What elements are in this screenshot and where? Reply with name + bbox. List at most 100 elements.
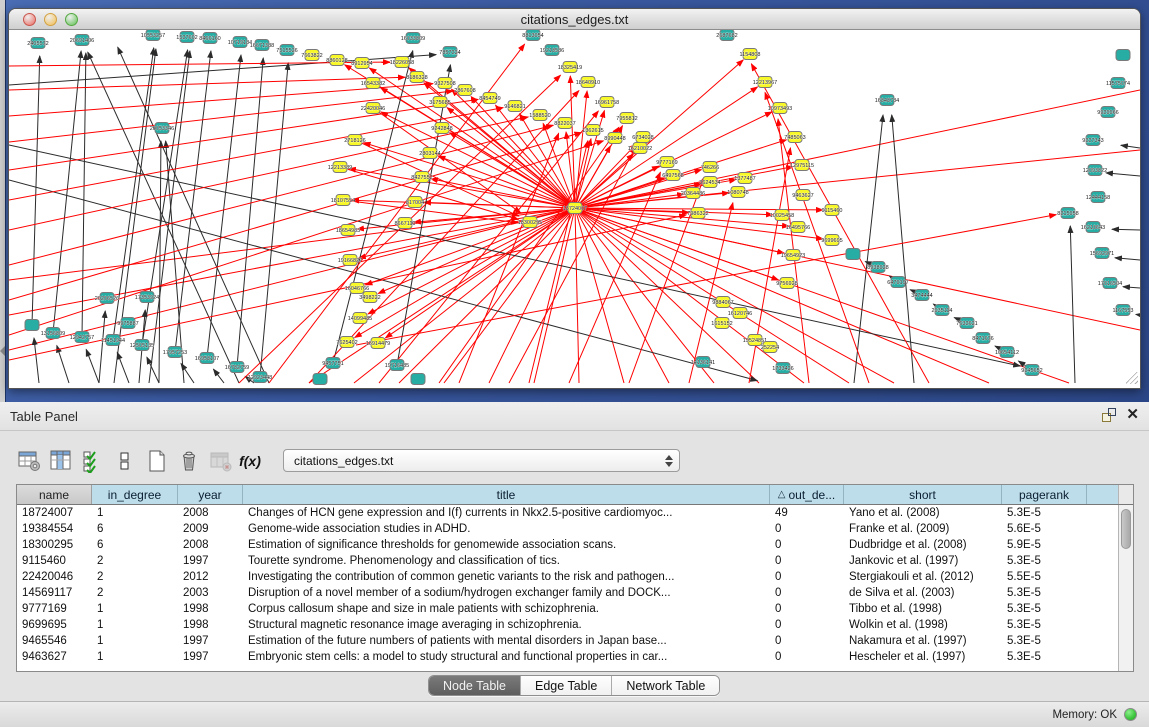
graph-node[interactable]: 11575074 xyxy=(1106,78,1130,89)
graph-node[interactable]: 6497568 xyxy=(662,170,683,181)
graph-node[interactable]: 16210643 xyxy=(1081,222,1105,233)
table-cell[interactable]: 9463627 xyxy=(17,649,92,665)
graph-edge[interactable] xyxy=(489,208,575,383)
graph-node[interactable]: 10025458 xyxy=(770,210,794,221)
graph-edge[interactable] xyxy=(149,51,190,383)
table-cell[interactable]: Dudbridge et al. (2008) xyxy=(844,537,1002,553)
table-cell[interactable]: 0 xyxy=(770,601,844,617)
graph-node[interactable]: 16495766 xyxy=(786,222,810,233)
graph-node[interactable]: 8990448 xyxy=(604,133,625,144)
graph-node[interactable]: 18107554 xyxy=(331,195,355,206)
table-row[interactable]: 911546021997Tourette syndrome. Phenomeno… xyxy=(17,553,1118,569)
graph-node[interactable]: 9242848 xyxy=(431,123,452,134)
graph-node[interactable]: 252254 xyxy=(761,342,779,353)
table-cell[interactable]: Franke et al. (2009) xyxy=(844,521,1002,537)
table-cell[interactable]: 5.3E-5 xyxy=(1002,505,1087,521)
table-cell[interactable]: 0 xyxy=(770,537,844,553)
graph-node[interactable]: 9929966 xyxy=(1097,107,1118,118)
graph-edge[interactable] xyxy=(9,77,405,90)
graph-node[interactable]: 9463627 xyxy=(792,190,813,201)
graph-edge[interactable] xyxy=(1070,226,1075,383)
graph-node[interactable]: 16848784 xyxy=(875,95,899,106)
table-cell[interactable]: 18724007 xyxy=(17,505,92,521)
table-cell[interactable]: 5.5E-5 xyxy=(1002,569,1087,585)
table-cell[interactable]: 0 xyxy=(770,585,844,601)
graph-edge[interactable] xyxy=(117,352,129,383)
graph-edge[interactable] xyxy=(82,53,86,337)
graph-node[interactable] xyxy=(25,320,39,331)
graph-edge[interactable] xyxy=(57,346,69,383)
graph-node[interactable]: 12213389 xyxy=(328,162,352,173)
graph-node[interactable]: 9115460 xyxy=(821,205,842,216)
table-row[interactable]: 1938455462009Genome-wide association stu… xyxy=(17,521,1118,537)
graph-node[interactable]: 7955812 xyxy=(616,113,637,124)
close-button[interactable] xyxy=(23,13,36,26)
table-cell[interactable]: 9115460 xyxy=(17,553,92,569)
graph-node[interactable]: 17016504 xyxy=(1098,278,1122,289)
graph-edge[interactable] xyxy=(364,143,575,208)
table-cell[interactable]: 5.3E-5 xyxy=(1002,649,1087,665)
table-cell[interactable]: de Silva et al. (2003) xyxy=(844,585,1002,601)
graph-edge[interactable] xyxy=(365,208,575,285)
graph-node[interactable]: 9457751 xyxy=(322,358,343,369)
graph-edge[interactable] xyxy=(9,133,581,300)
graph-node[interactable]: 8860128 xyxy=(326,55,347,66)
graph-node[interactable]: 1615152 xyxy=(711,318,732,329)
graph-edge[interactable] xyxy=(99,311,105,383)
graph-node[interactable]: 9227343 xyxy=(1082,135,1103,146)
table-cell[interactable]: 5.3E-5 xyxy=(1002,601,1087,617)
graph-node[interactable]: 8466160 xyxy=(199,33,220,44)
table-row[interactable]: 946362711997Embryonic stem cells: a mode… xyxy=(17,649,1118,665)
graph-node[interactable]: 2803144 xyxy=(419,148,440,159)
graph-node[interactable]: 8813054 xyxy=(522,30,543,41)
graph-node[interactable]: 12505135 xyxy=(130,340,154,351)
graph-node[interactable]: 8667110 xyxy=(394,218,415,229)
graph-edge[interactable] xyxy=(575,208,849,383)
table-scrollbar[interactable] xyxy=(1118,505,1133,671)
table-cell[interactable]: 0 xyxy=(770,569,844,585)
table-cell[interactable]: 9465546 xyxy=(17,633,92,649)
graph-node[interactable] xyxy=(313,374,327,385)
select-columns-icon[interactable] xyxy=(80,448,106,474)
table-cell[interactable]: 2009 xyxy=(178,521,243,537)
table-cell[interactable]: 2012 xyxy=(178,569,243,585)
table-row[interactable]: 977716911998Corpus callosum shape and si… xyxy=(17,601,1118,617)
column-header-year[interactable]: year xyxy=(178,485,243,504)
graph-node[interactable]: 8215958 xyxy=(1057,208,1078,219)
tab-edge-table[interactable]: Edge Table xyxy=(521,676,612,695)
graph-edge[interactable] xyxy=(9,141,603,335)
table-cell[interactable]: 1 xyxy=(92,505,178,521)
table-cell[interactable]: 2008 xyxy=(178,537,243,553)
table-cell[interactable]: 2 xyxy=(92,585,178,601)
table-cell[interactable]: Investigating the contribution of common… xyxy=(243,569,770,585)
table-cell[interactable]: 9699695 xyxy=(17,617,92,633)
tab-node-table[interactable]: Node Table xyxy=(429,676,521,695)
graph-edge[interactable] xyxy=(349,169,575,208)
column-header-pagerank[interactable]: pagerank xyxy=(1002,485,1087,504)
graph-node[interactable]: 2405572 xyxy=(27,38,48,49)
graph-node[interactable]: 2687682 xyxy=(716,30,737,41)
graph-node[interactable]: 9146821 xyxy=(504,101,525,112)
graph-node[interactable]: 1527602 xyxy=(176,32,197,43)
graph-edge[interactable] xyxy=(459,133,559,383)
graph-node[interactable]: 12975115 xyxy=(790,160,814,171)
function-builder-icon[interactable]: f(x) xyxy=(240,448,266,474)
graph-edge[interactable] xyxy=(1112,229,1140,230)
graph-node[interactable]: 16033809 xyxy=(401,33,425,44)
graph-edge[interactable] xyxy=(534,208,575,383)
table-cell[interactable]: 5.6E-5 xyxy=(1002,521,1087,537)
column-header-in-degree[interactable]: in_degree xyxy=(92,485,178,504)
graph-edge[interactable] xyxy=(575,208,579,383)
table-cell[interactable]: 2003 xyxy=(178,585,243,601)
table-cell[interactable]: 1 xyxy=(92,649,178,665)
graph-node[interactable]: 8471676 xyxy=(972,333,993,344)
graph-node[interactable]: 1167553 xyxy=(1112,305,1133,316)
table-cell[interactable]: 1998 xyxy=(178,601,243,617)
resize-grip-icon[interactable] xyxy=(1126,372,1138,384)
graph-edge[interactable] xyxy=(575,90,1140,208)
graph-node[interactable]: 17957253 xyxy=(163,347,187,358)
graph-node[interactable]: 16210022 xyxy=(628,143,652,154)
graph-node[interactable]: 20053346 xyxy=(150,123,174,134)
delete-table-icon[interactable] xyxy=(208,448,234,474)
table-cell[interactable]: 0 xyxy=(770,521,844,537)
